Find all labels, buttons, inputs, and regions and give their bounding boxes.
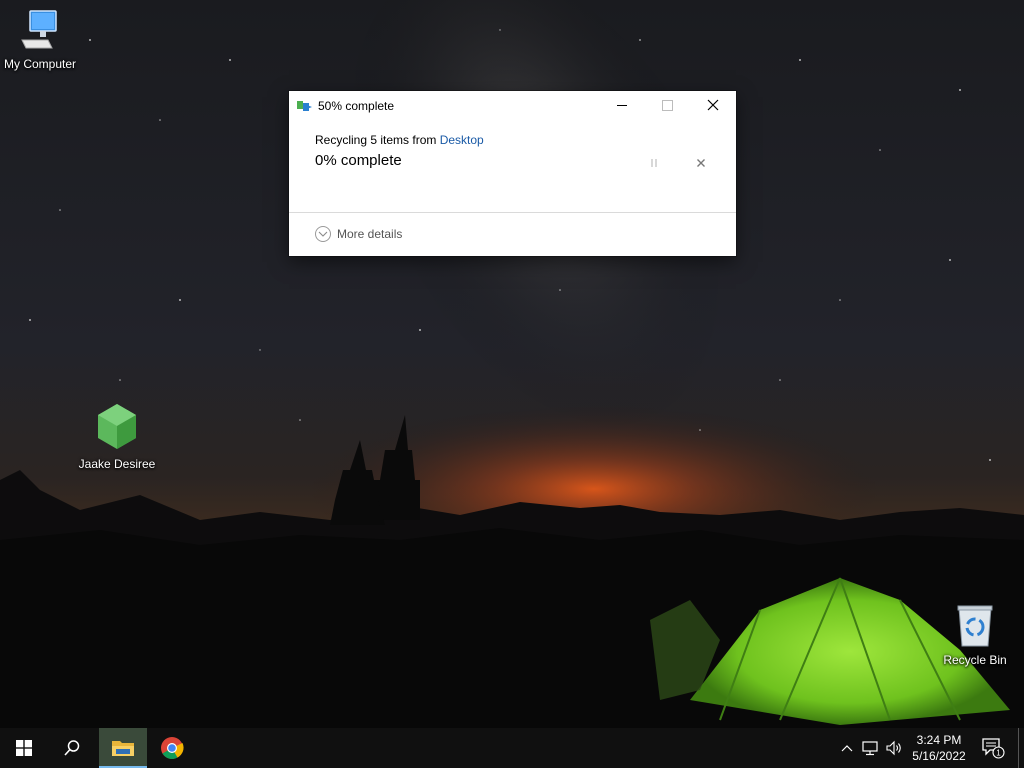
cancel-icon bbox=[697, 159, 705, 167]
desktop-icon-my-computer[interactable]: My Computer bbox=[0, 8, 80, 71]
desktop-icon-label: Jaake Desiree bbox=[78, 457, 156, 471]
volume-button[interactable] bbox=[884, 728, 904, 768]
cancel-operation-button[interactable] bbox=[693, 155, 709, 171]
desktop-icon-recycle-bin[interactable]: Recycle Bin bbox=[935, 602, 1015, 667]
maximize-button[interactable] bbox=[645, 91, 691, 119]
desktop-icon-jaake-desiree[interactable]: Jaake Desiree bbox=[77, 402, 157, 471]
network-button[interactable] bbox=[861, 728, 881, 768]
minimize-icon bbox=[617, 105, 627, 106]
action-center-button[interactable]: 1 bbox=[978, 728, 1008, 768]
show-hidden-icons-button[interactable] bbox=[838, 728, 856, 768]
chevron-up-icon bbox=[841, 745, 853, 752]
show-desktop-button[interactable] bbox=[1018, 728, 1019, 768]
start-button[interactable] bbox=[0, 728, 48, 768]
dialog-titlebar[interactable]: 50% complete bbox=[289, 91, 736, 119]
clock-date: 5/16/2022 bbox=[912, 749, 966, 763]
file-copy-icon bbox=[297, 101, 312, 111]
pause-button[interactable] bbox=[646, 155, 662, 171]
taskbar-file-explorer[interactable] bbox=[99, 728, 147, 768]
minimize-button[interactable] bbox=[599, 91, 645, 119]
clock-time: 3:24 PM bbox=[916, 733, 962, 747]
green-hexagon-app-icon bbox=[98, 404, 136, 449]
start-icon bbox=[16, 740, 32, 756]
taskbar-clock[interactable]: 3:24 PM 5/16/2022 bbox=[906, 732, 972, 764]
notification-count: 1 bbox=[996, 749, 1001, 758]
computer-icon bbox=[21, 10, 57, 49]
taskbar: 3:24 PM 5/16/2022 1 bbox=[0, 728, 1024, 768]
operation-description-text: Recycling 5 items from bbox=[315, 133, 440, 147]
search-button[interactable] bbox=[48, 728, 96, 768]
pause-icon bbox=[651, 159, 657, 167]
source-folder-link[interactable]: Desktop bbox=[440, 133, 484, 147]
network-icon bbox=[862, 741, 878, 756]
search-icon bbox=[64, 740, 80, 756]
notification-icon: 1 bbox=[982, 738, 1005, 759]
chevron-down-icon bbox=[315, 226, 331, 242]
taskbar-chrome[interactable] bbox=[148, 728, 196, 768]
desktop-icon-label: Recycle Bin bbox=[943, 653, 1007, 667]
dialog-divider bbox=[289, 212, 736, 213]
chrome-icon bbox=[161, 737, 184, 759]
more-details-toggle[interactable]: More details bbox=[315, 224, 402, 244]
operation-description: Recycling 5 items from Desktop bbox=[315, 133, 716, 147]
maximize-icon bbox=[662, 100, 673, 111]
close-icon bbox=[707, 99, 719, 111]
close-button[interactable] bbox=[690, 91, 736, 119]
file-operation-dialog: 50% complete Recycling 5 items from Desk… bbox=[289, 91, 736, 256]
dialog-title: 50% complete bbox=[318, 99, 395, 113]
file-explorer-icon bbox=[112, 741, 134, 756]
volume-icon bbox=[886, 740, 901, 756]
recycle-bin-icon bbox=[957, 605, 993, 647]
more-details-label: More details bbox=[337, 227, 403, 241]
desktop-icon-label: My Computer bbox=[3, 57, 77, 71]
